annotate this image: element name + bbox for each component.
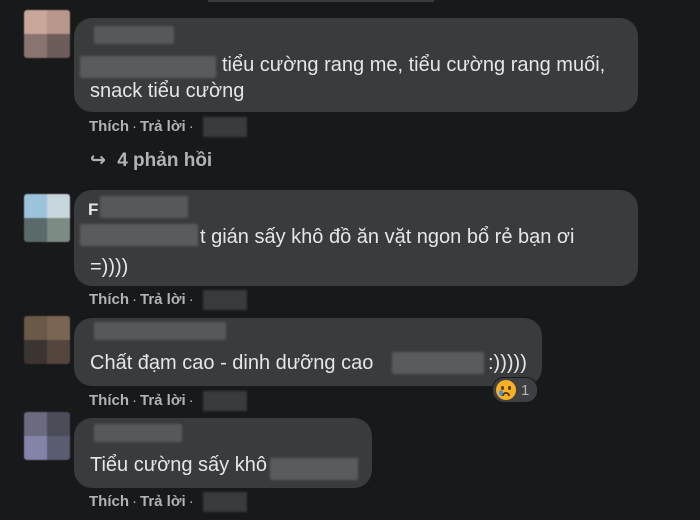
like-link[interactable]: Thích <box>89 291 129 308</box>
view-replies-link[interactable]: ↪ 4 phản hồi <box>90 149 212 172</box>
comment-actions: Thích · Trả lời · <box>89 391 247 411</box>
mention-blurred[interactable] <box>270 458 358 480</box>
timestamp-blurred[interactable] <box>202 290 247 310</box>
comment-text-line-1: Tiểu cường sấy khô <box>90 454 267 476</box>
comment-text-line-2: =)))) <box>90 256 129 278</box>
avatar[interactable] <box>24 316 70 364</box>
reply-link[interactable]: Trả lời <box>140 493 186 510</box>
comment-actions: Thích · Trả lời · <box>89 117 247 137</box>
comment-bubble: F t gián sấy khô đồ ăn vặt ngon bổ rẻ bạ… <box>74 190 638 286</box>
comment-text-line-1: Chất đạm cao - dinh dưỡng cao <box>90 352 374 374</box>
sad-face-icon <box>496 380 516 400</box>
avatar[interactable] <box>24 194 70 242</box>
comment-bubble: tiểu cường rang me, tiểu cường rang muối… <box>74 18 638 112</box>
author-name-blurred[interactable] <box>100 196 188 218</box>
reaction-count: 1 <box>521 381 530 399</box>
author-name-blurred[interactable] <box>94 322 226 340</box>
mention-blurred[interactable] <box>80 224 198 246</box>
top-divider <box>208 0 434 2</box>
reply-link[interactable]: Trả lời <box>140 392 186 409</box>
comment-text-line-1: tiểu cường rang me, tiểu cường rang muối… <box>222 54 606 76</box>
timestamp-blurred[interactable] <box>202 492 247 512</box>
comment-actions: Thích · Trả lời · <box>89 492 247 512</box>
reply-link[interactable]: Trả lời <box>140 291 186 308</box>
avatar[interactable] <box>24 412 70 460</box>
comment-bubble: Tiểu cường sấy khô <box>74 418 372 488</box>
reply-link[interactable]: Trả lời <box>140 118 186 135</box>
like-link[interactable]: Thích <box>89 118 129 135</box>
comment-text-suffix: :))))) <box>488 352 527 374</box>
author-name-initial[interactable]: F <box>88 200 98 220</box>
timestamp-blurred[interactable] <box>202 117 247 137</box>
comment-actions: Thích · Trả lời · <box>89 290 247 310</box>
comment-bubble: Chất đạm cao - dinh dưỡng cao :))))) <box>74 318 542 386</box>
mention-blurred[interactable] <box>80 56 216 78</box>
replies-count: 4 phản hồi <box>117 150 213 171</box>
like-link[interactable]: Thích <box>89 493 129 510</box>
reply-arrow-icon: ↪ <box>90 150 106 171</box>
comment-text-line-1: t gián sấy khô đồ ăn vặt ngon bổ rẻ bạn … <box>200 226 575 248</box>
author-name-blurred[interactable] <box>94 424 182 442</box>
comment-text-line-2: snack tiểu cường <box>90 80 245 102</box>
mention-blurred[interactable] <box>392 352 484 374</box>
timestamp-blurred[interactable] <box>202 391 247 411</box>
reaction-badge[interactable]: 1 <box>492 377 539 403</box>
author-name-blurred[interactable] <box>94 26 174 44</box>
like-link[interactable]: Thích <box>89 392 129 409</box>
avatar[interactable] <box>24 10 70 58</box>
